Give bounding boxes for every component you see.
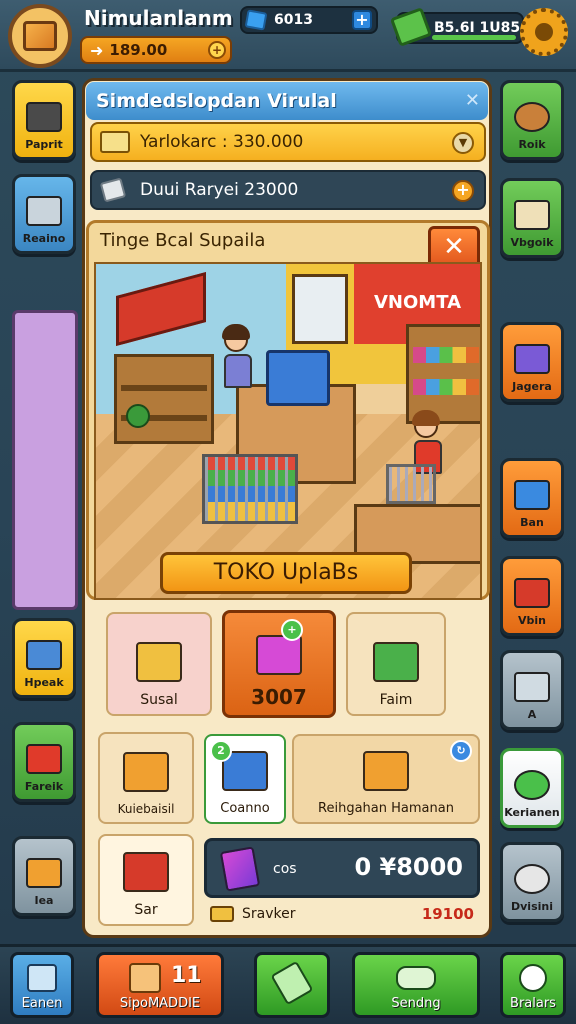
cash-progress-bar xyxy=(432,35,516,40)
daily-add-button[interactable]: + xyxy=(452,180,474,202)
upgrade-store-button[interactable]: TOKO UplaBs xyxy=(160,552,412,594)
full-shopping-cart xyxy=(202,454,298,524)
cloud-icon xyxy=(396,966,436,990)
basket-icon xyxy=(123,752,169,792)
panel-title: Simdedslopdan Virulal xyxy=(96,90,337,112)
panel-close-icon[interactable]: ✕ xyxy=(465,90,480,111)
coin-icon: ➜ xyxy=(90,40,104,60)
item-card-4[interactable]: Coanno 2 xyxy=(204,734,286,824)
nav-button-0[interactable]: Eanen xyxy=(10,952,74,1018)
card-reader-icon xyxy=(514,672,550,702)
sidebar-left-item-0[interactable]: Paprit xyxy=(12,80,76,160)
robot-icon xyxy=(514,864,550,894)
panel-header: Simdedslopdan Virulal ✕ xyxy=(86,82,488,120)
reward-text: Yarlokarc : 330.000 xyxy=(140,132,304,152)
box-icon xyxy=(129,963,161,993)
footer-value: 19100 xyxy=(421,905,474,923)
cash-box-icon xyxy=(26,744,62,774)
shopping-cart xyxy=(386,464,436,504)
gem-value: 6013 xyxy=(274,12,313,28)
cashier-character xyxy=(222,324,252,388)
price-value: 0 ¥8000 xyxy=(354,853,463,881)
register-icon xyxy=(256,635,302,675)
sidebar-left-item-4[interactable]: Iea xyxy=(12,836,76,916)
trash-bin-icon xyxy=(26,102,62,132)
money-stack-icon xyxy=(373,642,419,682)
store-scene-image: VNOMTA xyxy=(94,262,482,600)
gem-icon xyxy=(244,9,268,31)
bottle-icon xyxy=(270,960,314,1006)
item-card-3[interactable]: Kuiebaisil xyxy=(98,732,194,824)
dog-icon xyxy=(514,102,550,132)
nav-button-1[interactable]: 11 SipoMADDIE xyxy=(96,952,224,1018)
price-bar[interactable]: cos 0 ¥8000 xyxy=(204,838,480,898)
basket-icon xyxy=(26,858,62,888)
cart-icon xyxy=(136,642,182,682)
paper-bag-icon xyxy=(514,200,550,230)
cash-value: B5.6I 1U85 xyxy=(434,20,521,36)
sidebar-right-item-0[interactable]: Roik xyxy=(500,80,564,160)
poster xyxy=(292,274,348,344)
item-card-6[interactable]: Sar xyxy=(98,834,194,926)
ticket-icon xyxy=(210,906,234,922)
daily-text: Duui Raryei 23000 xyxy=(140,180,299,200)
register-icon xyxy=(219,846,261,892)
item-card-2[interactable]: Faim xyxy=(346,612,446,716)
price-footer: Sravker 19100 xyxy=(204,900,480,928)
store-sub-title: Tinge Bcal Supaila xyxy=(100,230,266,251)
nav-badge-count: 11 xyxy=(171,963,202,988)
purple-box-icon xyxy=(514,344,550,374)
sidebar-left-item-1[interactable]: Reaino xyxy=(12,174,76,254)
sidebar-left-item-2[interactable]: Hpeak xyxy=(12,618,76,698)
sidebar-right-item-2[interactable]: Jagera xyxy=(500,322,564,402)
chevron-down-icon[interactable]: ▼ xyxy=(452,132,474,154)
refresh-icon[interactable]: ↻ xyxy=(450,740,472,762)
count-badge: 2 xyxy=(210,740,232,762)
store-icon xyxy=(27,964,57,992)
price-unit: cos xyxy=(273,861,297,877)
plus-badge: + xyxy=(281,619,303,641)
item-card-5[interactable]: Reihgahan Hamanan ↻ xyxy=(292,734,480,824)
side-shop-preview xyxy=(12,310,78,610)
sidebar-right-item-7[interactable]: Dvisini xyxy=(500,842,564,922)
water-cooler-icon xyxy=(26,640,62,670)
sidebar-right-item-4[interactable]: Vbin xyxy=(500,556,564,636)
nav-button-4[interactable]: Bralars xyxy=(500,952,566,1018)
cash-register xyxy=(266,350,330,406)
item-card-0[interactable]: Susal xyxy=(106,612,212,716)
player-name: Nimulanlanm xyxy=(84,6,233,30)
item-card-1[interactable]: 3007 + xyxy=(222,610,336,718)
nav-button-3[interactable]: Sendng xyxy=(352,952,480,1018)
shopping-cart-icon xyxy=(26,196,62,226)
coin-counter[interactable]: ➜ 189.00 + xyxy=(80,36,232,64)
sidebar-right-item-1[interactable]: Vbgoik xyxy=(500,178,564,258)
silver-gem-icon xyxy=(99,177,127,203)
reward-row[interactable]: Yarlokarc : 330.000 ▼ xyxy=(90,122,486,162)
nav-button-2[interactable] xyxy=(254,952,330,1018)
right-shelf xyxy=(406,324,480,424)
daily-row[interactable]: Duui Raryei 23000 + xyxy=(90,170,486,210)
coin-add-icon[interactable]: + xyxy=(208,41,226,59)
sidebar-left-item-3[interactable]: Fareik xyxy=(12,722,76,802)
red-toolbox-icon xyxy=(123,852,169,892)
download-arrow-icon xyxy=(514,770,550,800)
settings-gear-icon[interactable] xyxy=(520,8,568,56)
left-shelf xyxy=(114,354,214,444)
ticket-icon xyxy=(100,131,130,153)
footer-label: Sravker xyxy=(242,906,296,922)
sidebar-right-item-6[interactable]: Kerianen xyxy=(500,748,564,828)
red-machine-icon xyxy=(514,578,550,608)
sidebar-right-item-5[interactable]: A xyxy=(500,650,564,730)
coin-value: 189.00 xyxy=(109,41,168,59)
cash-counter[interactable]: B5.6I 1U85 xyxy=(389,7,524,47)
flower-gear-icon xyxy=(519,964,547,992)
gem-add-button[interactable]: + xyxy=(352,10,372,30)
box-icon xyxy=(23,21,57,51)
blue-box-icon xyxy=(514,480,550,510)
player-avatar[interactable] xyxy=(8,4,72,68)
crate-icon xyxy=(363,751,409,791)
sidebar-right-item-3[interactable]: Ban xyxy=(500,458,564,538)
gem-counter[interactable]: 6013 + xyxy=(240,6,378,34)
plant-icon xyxy=(126,404,150,428)
